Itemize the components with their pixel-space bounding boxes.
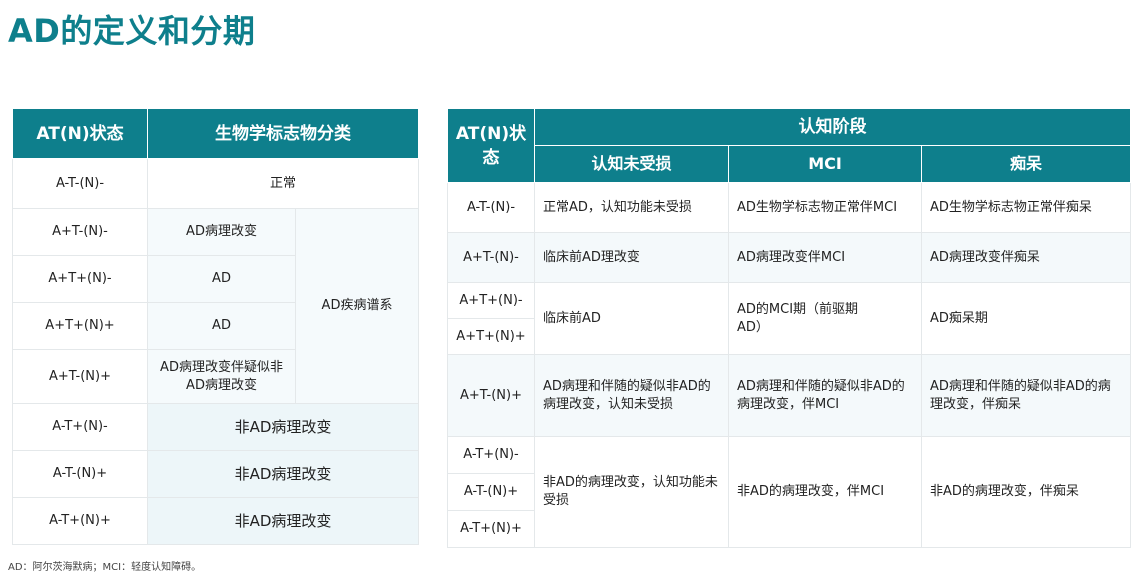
class-cell: AD病理改变伴疑似非AD病理改变 <box>147 349 296 404</box>
header-cognitively-unimpaired: 认知未受损 <box>534 145 729 183</box>
header-atn-status: AT(N)状态 <box>12 108 148 159</box>
ad-spectrum-cell: AD疾病谱系 <box>295 208 419 404</box>
mci-cell: 非AD的病理改变，伴MCI <box>728 436 922 548</box>
header-biomarker-class: 生物学标志物分类 <box>147 108 419 159</box>
dementia-cell: 非AD的病理改变，伴痴呆 <box>921 436 1131 548</box>
mci-cell: AD病理改变伴MCI <box>728 232 922 283</box>
status-cell: A+T-(N)- <box>12 208 148 256</box>
status-cell: A+T+(N)- <box>12 255 148 303</box>
status-cell: A+T-(N)+ <box>447 354 535 437</box>
class-cell: 非AD病理改变 <box>147 403 419 451</box>
status-cell: A-T-(N)+ <box>447 473 535 511</box>
unimpaired-cell: 临床前AD <box>534 282 729 355</box>
cognitive-stage-table: AT(N)状态 认知阶段 认知未受损 MCI 痴呆 A-T-(N)- 正常AD，… <box>447 108 1131 548</box>
dementia-cell: AD痴呆期 <box>921 282 1131 355</box>
class-cell: 非AD病理改变 <box>147 497 419 545</box>
footnote: AD：阿尔茨海默病；MCI：轻度认知障碍。 <box>8 562 202 573</box>
header-atn-status: AT(N)状态 <box>447 108 535 183</box>
mci-cell: AD的MCI期（前驱期AD） <box>728 282 922 355</box>
header-mci: MCI <box>728 145 922 183</box>
status-cell: A-T-(N)- <box>12 158 148 209</box>
unimpaired-cell: 临床前AD理改变 <box>534 232 729 283</box>
status-cell: A+T+(N)+ <box>12 302 148 350</box>
header-dementia: 痴呆 <box>921 145 1131 183</box>
status-cell: A-T+(N)- <box>447 436 535 474</box>
status-cell: A-T+(N)- <box>12 403 148 451</box>
mci-cell: AD病理和伴随的疑似非AD的病理改变，伴MCI <box>728 354 922 437</box>
class-cell: AD病理改变 <box>147 208 296 256</box>
mci-cell: AD生物学标志物正常伴MCI <box>728 182 922 233</box>
unimpaired-cell: 非AD的病理改变，认知功能未受损 <box>534 436 729 548</box>
biomarker-classification-table: AT(N)状态 生物学标志物分类 A-T-(N)- 正常 A+T-(N)- AD… <box>12 108 419 545</box>
dementia-cell: AD病理和伴随的疑似非AD的病理改变，伴痴呆 <box>921 354 1131 437</box>
status-cell: A+T+(N)+ <box>447 318 535 355</box>
unimpaired-cell: AD病理和伴随的疑似非AD的病理改变，认知未受损 <box>534 354 729 437</box>
class-cell: AD <box>147 302 296 350</box>
header-cognitive-stage: 认知阶段 <box>534 108 1131 146</box>
status-cell: A-T-(N)+ <box>12 450 148 498</box>
class-cell: 正常 <box>147 158 419 209</box>
page-title: AD的定义和分期 <box>8 12 256 50</box>
status-cell: A+T-(N)+ <box>12 349 148 404</box>
status-cell: A+T+(N)- <box>447 282 535 319</box>
status-cell: A-T+(N)+ <box>12 497 148 545</box>
status-cell: A-T+(N)+ <box>447 510 535 548</box>
unimpaired-cell: 正常AD，认知功能未受损 <box>534 182 729 233</box>
dementia-cell: AD病理改变伴痴呆 <box>921 232 1131 283</box>
status-cell: A-T-(N)- <box>447 182 535 233</box>
class-cell: AD <box>147 255 296 303</box>
class-cell: 非AD病理改变 <box>147 450 419 498</box>
status-cell: A+T-(N)- <box>447 232 535 283</box>
dementia-cell: AD生物学标志物正常伴痴呆 <box>921 182 1131 233</box>
